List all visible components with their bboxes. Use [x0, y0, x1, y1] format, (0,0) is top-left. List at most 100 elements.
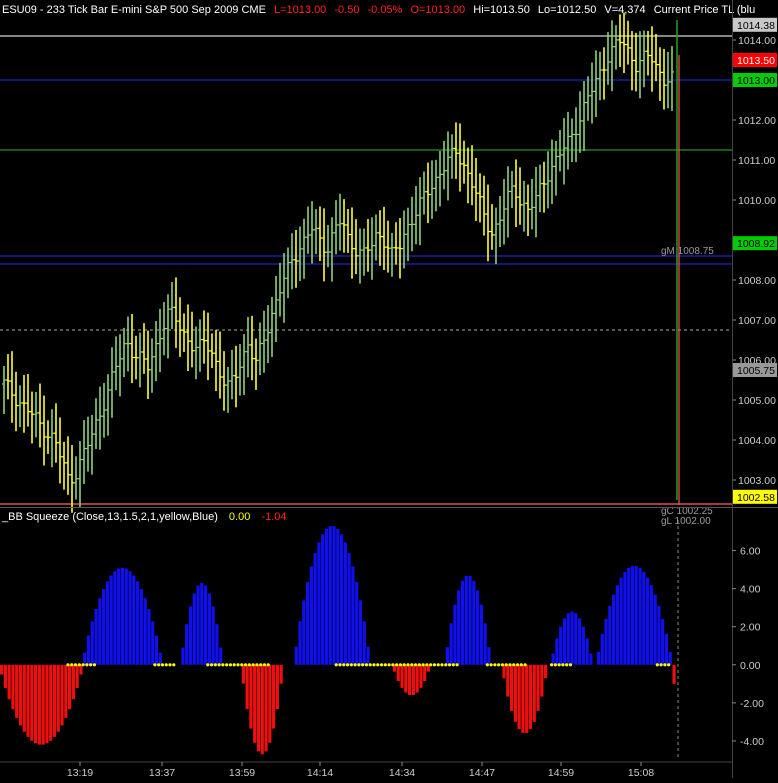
histogram-bar	[615, 585, 619, 665]
time-tick-label: 13:19	[67, 767, 93, 778]
histogram-bar	[18, 664, 23, 726]
histogram-bar	[139, 589, 143, 665]
squeeze-dot	[429, 663, 433, 667]
histogram-bar	[268, 664, 272, 743]
histogram-bar	[302, 600, 306, 665]
histogram-bar	[245, 664, 249, 710]
squeeze-dot	[85, 663, 89, 667]
histogram-bar	[476, 590, 480, 665]
histogram-bar	[219, 647, 223, 665]
histogram-bar	[249, 664, 253, 729]
hist-tick-label: 0.00	[740, 660, 761, 672]
squeeze-dot	[568, 663, 573, 667]
histogram-bar	[396, 664, 400, 681]
histogram-bar	[306, 582, 310, 665]
hist-tick-label: 4.00	[740, 584, 761, 596]
squeeze-dot	[436, 663, 440, 667]
histogram-bar	[253, 664, 257, 743]
histogram-bar	[581, 626, 585, 665]
histogram-bar	[52, 664, 57, 737]
histogram-bar	[517, 664, 521, 730]
header-current-price: Current Price TL (blu	[654, 4, 755, 16]
histogram-bar	[158, 652, 162, 665]
squeeze-dot	[519, 663, 523, 667]
header-line: ESU09 - 233 Tick Bar E-mini S&P 500 Sep …	[2, 4, 755, 16]
histogram-bar	[661, 618, 665, 665]
svg-text:1008.92: 1008.92	[737, 238, 775, 250]
histogram-bar	[468, 575, 472, 665]
histogram-bar	[642, 571, 646, 665]
histogram-bar	[347, 553, 351, 665]
histogram-bar	[324, 528, 329, 665]
squeeze-dot	[417, 663, 421, 667]
histogram-bar	[404, 664, 408, 693]
svg-text:1005.75: 1005.75	[737, 365, 775, 377]
header-lo: Lo=1012.50	[538, 4, 596, 16]
indicator-header: _BB Squeeze (Close,13,1.5,2,1,yellow,Blu…	[1, 511, 286, 523]
histogram-bar	[472, 580, 476, 665]
squeeze-dot	[81, 663, 85, 667]
histogram-bar	[256, 664, 261, 752]
squeeze-dot	[421, 663, 425, 667]
histogram-bar	[419, 664, 423, 688]
y-tick-label: 1012.00	[738, 115, 776, 127]
price-chart[interactable]: ESU09 - 233 Tick Bar E-mini S&P 500 Sep …	[0, 0, 778, 779]
histogram-bar	[260, 664, 264, 755]
inline-label: gM 1008.75	[661, 246, 714, 257]
price-badge: 1013.00	[733, 73, 777, 87]
histogram-bar	[336, 528, 340, 665]
squeeze-dot	[240, 663, 244, 667]
histogram-bar	[275, 664, 279, 710]
histogram-bar	[26, 664, 30, 737]
histogram-bar	[75, 664, 79, 688]
histogram-bar	[479, 604, 483, 665]
squeeze-dot	[232, 663, 236, 667]
histogram-bar	[570, 611, 574, 665]
histogram-bar	[154, 635, 159, 665]
histogram-bar	[181, 647, 185, 665]
hist-tick-label: 2.00	[740, 622, 761, 634]
histogram-bar	[585, 638, 589, 665]
histogram-bar	[313, 553, 317, 665]
y-tick-label: 1005.00	[738, 395, 776, 407]
hist-tick-label: 6.00	[740, 546, 761, 558]
histogram-bar	[37, 664, 41, 745]
histogram-bar	[559, 626, 563, 665]
squeeze-dot	[357, 663, 361, 667]
histogram-bar	[415, 664, 419, 693]
histogram-bar	[366, 646, 370, 665]
squeeze-dot	[206, 663, 210, 667]
histogram-bar	[56, 664, 60, 732]
squeeze-dot	[395, 663, 399, 667]
histogram-bar	[215, 624, 219, 665]
squeeze-dot	[73, 663, 78, 667]
histogram-bar	[551, 653, 555, 665]
histogram-bar	[589, 653, 593, 665]
squeeze-dot	[406, 663, 410, 667]
squeeze-dot	[338, 663, 342, 667]
histogram-bar	[464, 575, 468, 665]
histogram-bar	[423, 664, 427, 681]
svg-text:1002.58: 1002.58	[737, 492, 775, 504]
histogram-bar	[457, 590, 461, 665]
svg-text:1013.00: 1013.00	[737, 75, 775, 87]
price-badge: 1013.50	[733, 53, 777, 67]
histogram-bar	[7, 664, 11, 700]
histogram-bar	[132, 575, 136, 665]
histogram-bar	[22, 664, 26, 732]
histogram-bar	[68, 664, 72, 710]
squeeze-dot	[549, 663, 554, 667]
histogram-bar	[192, 593, 196, 665]
histogram-bar	[358, 600, 363, 665]
squeeze-dot	[451, 663, 455, 667]
histogram-bar	[49, 664, 53, 741]
inline-label: gL 1002.00	[661, 516, 711, 527]
squeeze-dot	[334, 663, 338, 667]
histogram-bar	[362, 621, 366, 665]
squeeze-dot	[66, 663, 70, 667]
histogram-bar	[408, 664, 412, 695]
histogram-bar	[566, 613, 570, 665]
histogram-bar	[71, 664, 75, 700]
squeeze-dot	[444, 663, 448, 667]
histogram-bar	[113, 571, 117, 665]
